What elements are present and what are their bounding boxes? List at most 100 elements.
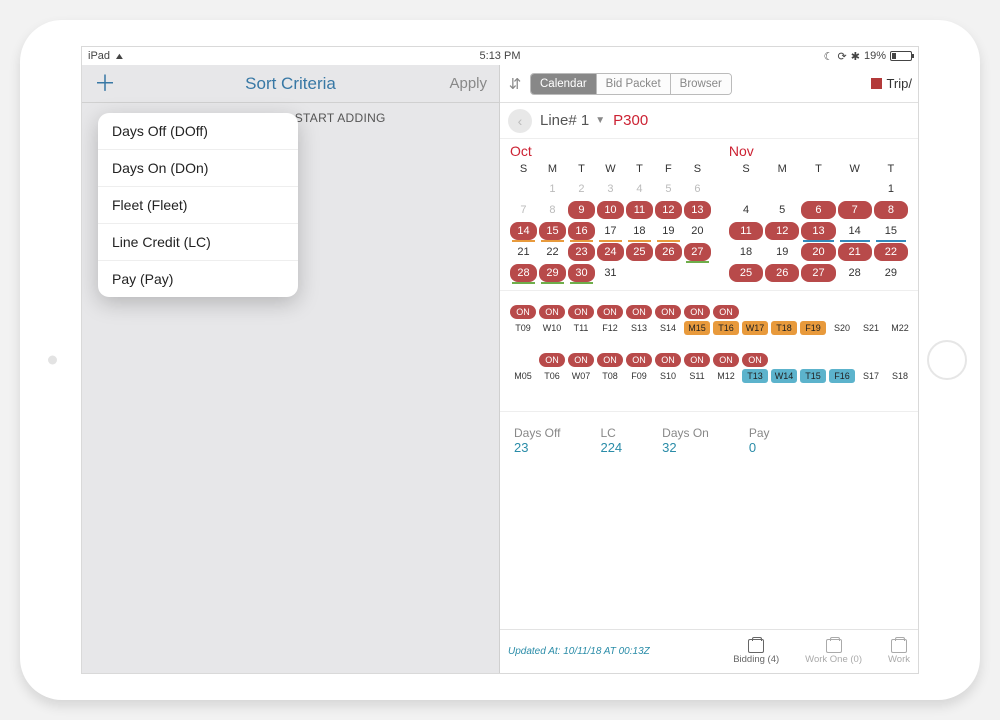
criteria-option-1[interactable]: Days On (DOn)	[98, 150, 298, 187]
calendar-day[interactable]: 20	[801, 243, 835, 261]
calendar-day[interactable]: 28	[510, 264, 537, 282]
calendar-day[interactable]: 18	[729, 243, 763, 261]
calendar-day[interactable]: 19	[765, 243, 799, 261]
segment-calendar[interactable]: Calendar	[531, 74, 596, 94]
dow-header: M	[539, 161, 566, 177]
calendar-day[interactable]: 8	[874, 201, 908, 219]
stat-label: Days On	[662, 426, 709, 440]
calendar-day[interactable]: 11	[626, 201, 653, 219]
calendar-day[interactable]: 3	[597, 180, 624, 198]
chevron-down-icon[interactable]: ▼	[595, 115, 605, 126]
calendar-day[interactable]: 24	[597, 243, 624, 261]
calendar-day[interactable]: 29	[874, 264, 908, 282]
calendar-day[interactable]: 16	[568, 222, 595, 240]
calendar-day[interactable]: 22	[874, 243, 908, 261]
calendar-day[interactable]: 22	[539, 243, 566, 261]
add-criteria-button[interactable]: ＋	[94, 73, 116, 95]
calendar-day	[801, 180, 835, 198]
dow-header: W	[597, 161, 624, 177]
bottom-tab[interactable]: Work One (0)	[805, 639, 862, 665]
calendar-nov: NovSMTWT14567811121314151819202122252627…	[729, 143, 908, 282]
calendar-day[interactable]: 27	[684, 243, 711, 261]
updated-at: Updated At: 10/11/18 AT 00:13Z	[508, 646, 650, 657]
calendar-day[interactable]: 27	[801, 264, 835, 282]
calendar-day[interactable]: 19	[655, 222, 682, 240]
home-button[interactable]	[927, 340, 967, 380]
apply-button[interactable]: Apply	[449, 75, 487, 92]
status-bar: iPad 5:13 PM ☾ ⟳ ✱ 19%	[82, 47, 918, 65]
filter-icon[interactable]: ⇵	[506, 75, 524, 93]
calendar-day[interactable]: 13	[684, 201, 711, 219]
calendar-day	[626, 264, 653, 282]
timeline-area: ONONONONONONONONT09W10T11F12S13S14M15T16…	[500, 291, 918, 412]
calendar-day[interactable]: 13	[801, 222, 835, 240]
calendar-day[interactable]: 9	[568, 201, 595, 219]
calendar-day[interactable]: 30	[568, 264, 595, 282]
calendar-day[interactable]: 1	[539, 180, 566, 198]
ipad-frame: iPad 5:13 PM ☾ ⟳ ✱ 19% ＋ Sort Criteria A…	[20, 20, 980, 700]
calendar-day[interactable]: 21	[838, 243, 872, 261]
calendar-day[interactable]: 15	[874, 222, 908, 240]
dow-header: S	[684, 161, 711, 177]
footer-bar: Updated At: 10/11/18 AT 00:13Z Bidding (…	[500, 629, 918, 673]
calendar-day[interactable]: 10	[597, 201, 624, 219]
calendar-day[interactable]: 26	[655, 243, 682, 261]
calendar-day[interactable]: 18	[626, 222, 653, 240]
orientation-lock-icon: ⟳	[838, 50, 847, 63]
calendar-day[interactable]: 6	[684, 180, 711, 198]
calendar-day[interactable]: 21	[510, 243, 537, 261]
timeline-day: M19	[916, 369, 919, 383]
calendar-day	[838, 180, 872, 198]
stat-label: Pay	[749, 426, 770, 440]
timeline-day: F09	[626, 369, 652, 383]
left-navbar: ＋ Sort Criteria Apply	[82, 65, 499, 103]
calendar-day[interactable]: 12	[765, 222, 799, 240]
trip-color-swatch	[871, 78, 882, 89]
calendar-day[interactable]: 12	[655, 201, 682, 219]
calendar-day[interactable]: 6	[801, 201, 835, 219]
calendar-day[interactable]: 25	[729, 264, 763, 282]
timeline-day: M22	[887, 321, 913, 335]
segment-browser[interactable]: Browser	[670, 74, 731, 94]
right-toolbar: ⇵ CalendarBid PacketBrowser Trip/	[500, 65, 918, 103]
calendar-day[interactable]: 28	[838, 264, 872, 282]
view-segmented-control[interactable]: CalendarBid PacketBrowser	[530, 73, 732, 95]
criteria-option-0[interactable]: Days Off (DOff)	[98, 113, 298, 150]
calendar-day[interactable]: 7	[510, 201, 537, 219]
criteria-option-2[interactable]: Fleet (Fleet)	[98, 187, 298, 224]
calendar-day[interactable]: 23	[568, 243, 595, 261]
calendar-day[interactable]: 5	[765, 201, 799, 219]
calendar-day[interactable]: 4	[729, 201, 763, 219]
calendar-day[interactable]: 20	[684, 222, 711, 240]
timeline-day: S11	[684, 369, 710, 383]
calendar-day[interactable]: 8	[539, 201, 566, 219]
timeline-day: W07	[568, 369, 594, 383]
calendar-day[interactable]: 7	[838, 201, 872, 219]
criteria-option-3[interactable]: Line Credit (LC)	[98, 224, 298, 261]
calendar-day[interactable]: 1	[874, 180, 908, 198]
bottom-tab[interactable]: Bidding (4)	[733, 639, 779, 665]
timeline-day: M05	[510, 369, 536, 383]
calendar-day[interactable]: 31	[597, 264, 624, 282]
criteria-option-4[interactable]: Pay (Pay)	[98, 261, 298, 297]
on-pill: ON	[510, 305, 536, 319]
wifi-icon	[115, 50, 124, 62]
calendar-day[interactable]: 25	[626, 243, 653, 261]
line-label[interactable]: Line# 1	[540, 112, 589, 129]
calendar-day[interactable]: 26	[765, 264, 799, 282]
calendar-day[interactable]: 17	[597, 222, 624, 240]
calendar-day[interactable]: 4	[626, 180, 653, 198]
bottom-tab[interactable]: Work	[888, 639, 910, 665]
on-pill: ON	[626, 305, 652, 319]
calendar-day[interactable]: 29	[539, 264, 566, 282]
calendar-day[interactable]: 15	[539, 222, 566, 240]
segment-bid-packet[interactable]: Bid Packet	[596, 74, 670, 94]
back-button[interactable]: ‹	[508, 109, 532, 133]
dow-header: S	[510, 161, 537, 177]
calendar-day[interactable]: 2	[568, 180, 595, 198]
calendar-day[interactable]: 14	[510, 222, 537, 240]
calendar-day[interactable]: 11	[729, 222, 763, 240]
calendar-day[interactable]: 5	[655, 180, 682, 198]
sort-criteria-pane: ＋ Sort Criteria Apply PRESS ON + TO STAR…	[82, 65, 500, 673]
calendar-day[interactable]: 14	[838, 222, 872, 240]
